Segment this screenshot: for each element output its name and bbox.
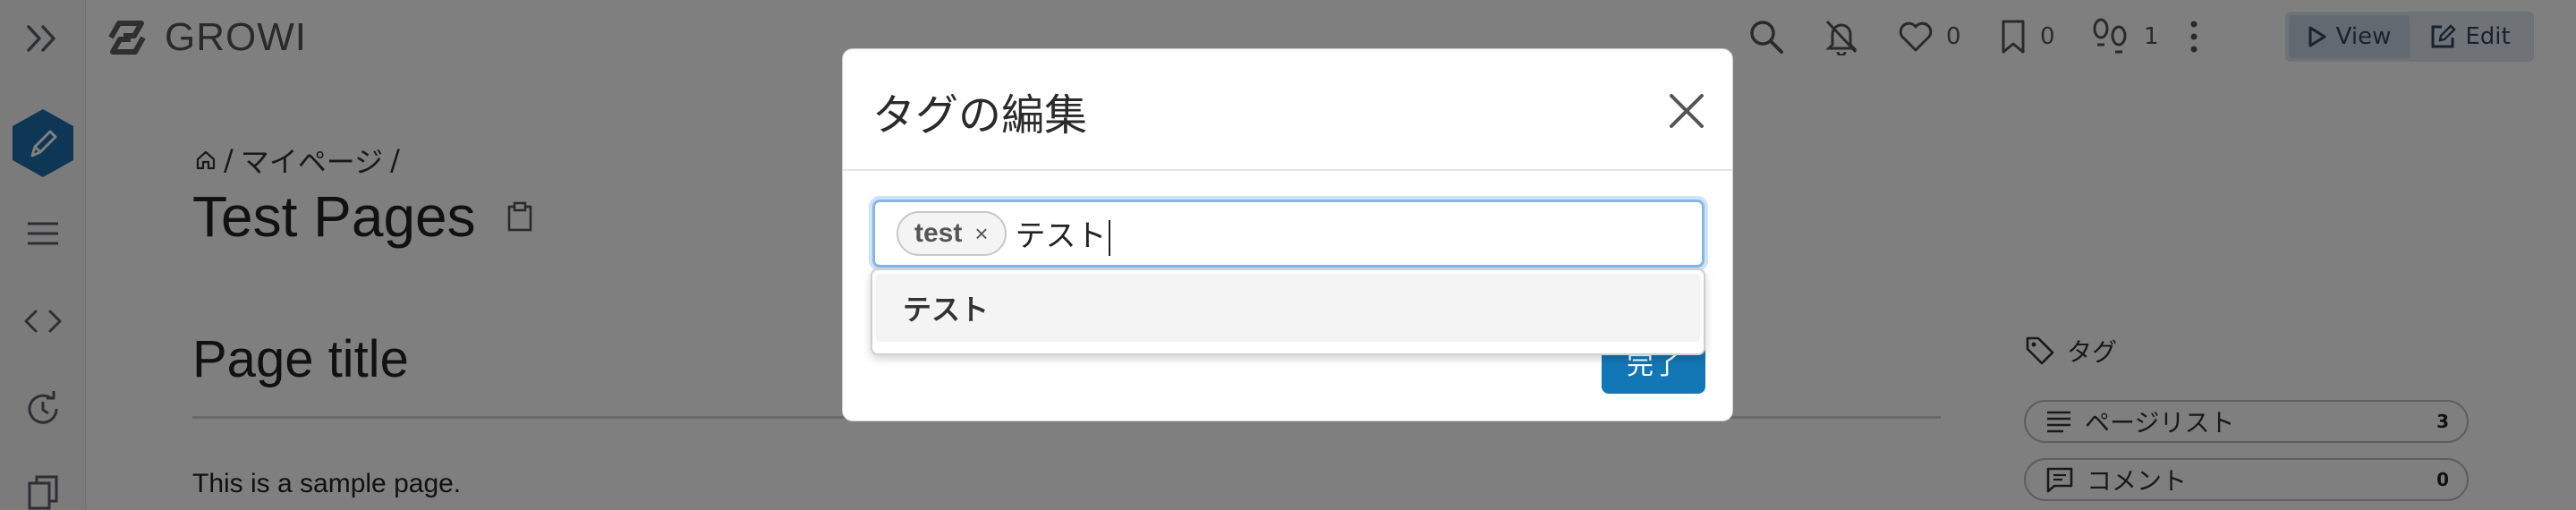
tag-typed-text[interactable]: テスト bbox=[1016, 211, 1110, 256]
suggestion-item[interactable]: テスト bbox=[876, 274, 1700, 342]
typed-value: テスト bbox=[1015, 218, 1107, 255]
text-caret bbox=[1108, 219, 1110, 256]
modal-title: タグの編集 bbox=[872, 90, 1088, 140]
close-icon bbox=[1670, 94, 1704, 128]
tag-edit-modal: タグの編集 test × テスト 完了 bbox=[842, 48, 1733, 421]
tag-input[interactable]: test × テスト bbox=[872, 200, 1705, 268]
tag-chip: test × bbox=[897, 211, 1007, 256]
tag-suggestion-dropdown: テスト bbox=[871, 268, 1705, 355]
close-button[interactable] bbox=[1666, 90, 1707, 132]
tag-chip-label: test bbox=[914, 218, 963, 248]
modal-header: タグの編集 bbox=[843, 49, 1732, 171]
remove-tag-button[interactable]: × bbox=[974, 220, 988, 248]
